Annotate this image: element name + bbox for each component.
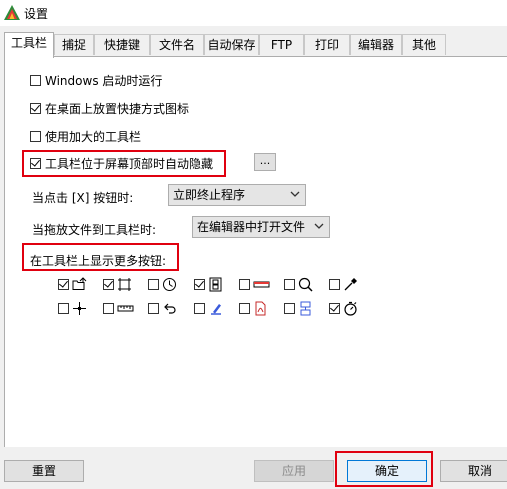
tab-hotkeys[interactable]: 快捷键 [94, 34, 150, 55]
window-title: 设置 [24, 7, 49, 21]
window-checkbox[interactable] [239, 279, 250, 290]
highlight-more-buttons [22, 243, 179, 271]
tab-ftp[interactable]: FTP [259, 34, 304, 55]
close-click-value: 立即终止程序 [173, 188, 246, 202]
large-toolbar-checkbox[interactable] [30, 130, 41, 142]
chevron-down-icon [290, 191, 300, 197]
toolbar-button-undo[interactable] [148, 301, 177, 316]
toolbar-button-stopwatch[interactable] [329, 301, 358, 316]
timer-clock-icon [163, 278, 176, 291]
timer-checkbox[interactable] [148, 279, 159, 290]
crop-frame-icon [118, 278, 131, 291]
toolbar-button-ruler[interactable] [103, 301, 134, 316]
windows-startup-label: Windows 启动时运行 [45, 73, 163, 88]
toolbar-button-pen[interactable] [194, 301, 223, 316]
pdf-icon [255, 301, 266, 316]
undo-arrow-icon [164, 303, 176, 314]
ruler-icon [117, 305, 134, 312]
title-bar: 设置 [0, 0, 507, 26]
tab-filename[interactable]: 文件名 [150, 34, 204, 55]
pen-checkbox[interactable] [194, 303, 205, 314]
magnifier-icon [298, 277, 313, 292]
cancel-button[interactable]: 取消 [440, 460, 507, 482]
toolbar-button-magnifier[interactable] [284, 277, 313, 292]
auto-hide-options-button[interactable]: ... [254, 153, 276, 171]
toolbar-button-color-picker[interactable] [329, 277, 358, 292]
tab-print[interactable]: 打印 [304, 34, 350, 55]
color-picker-icon [344, 278, 357, 291]
color-picker-checkbox[interactable] [329, 279, 340, 290]
toolbar-button-pdf[interactable] [239, 301, 268, 316]
tab-capture[interactable]: 捕捉 [54, 34, 94, 55]
toolbar-button-scroll[interactable] [284, 301, 313, 316]
tab-editor[interactable]: 编辑器 [350, 34, 402, 55]
ruler-checkbox[interactable] [103, 303, 114, 314]
drop-file-label: 当拖放文件到工具栏时: [32, 223, 157, 237]
option-desktop-shortcut[interactable]: 在桌面上放置快捷方式图标 [30, 100, 189, 116]
highlight-ok-button [335, 451, 433, 487]
stopwatch-icon [344, 301, 357, 316]
scroll-capture-icon [300, 301, 311, 316]
crop-checkbox[interactable] [103, 279, 114, 290]
crosshair-icon [73, 302, 86, 315]
reset-button[interactable]: 重置 [4, 460, 84, 482]
close-click-label: 当点击 [X] 按钮时: [32, 191, 134, 205]
toolbar-button-open[interactable] [58, 277, 87, 292]
open-checkbox[interactable] [58, 279, 69, 290]
drop-file-select[interactable]: 在编辑器中打开文件 [192, 216, 330, 238]
open-folder-icon [72, 277, 87, 290]
option-large-toolbar[interactable]: 使用加大的工具栏 [30, 128, 141, 144]
desktop-shortcut-checkbox[interactable] [30, 102, 41, 114]
pen-tool-icon [211, 304, 221, 315]
tab-other[interactable]: 其他 [402, 34, 446, 55]
tab-autosave[interactable]: 自动保存 [204, 34, 259, 55]
drop-file-value: 在编辑器中打开文件 [197, 220, 306, 234]
window-bar-icon [253, 281, 270, 288]
close-click-select[interactable]: 立即终止程序 [168, 184, 306, 206]
chevron-down-icon [314, 223, 324, 229]
toolbar-button-timer[interactable] [148, 277, 177, 292]
film-strip-icon [209, 277, 222, 292]
desktop-shortcut-label: 在桌面上放置快捷方式图标 [45, 101, 190, 116]
windows-startup-checkbox[interactable] [30, 74, 41, 86]
app-logo-icon [4, 5, 20, 20]
magnifier-checkbox[interactable] [284, 279, 295, 290]
toolbar-button-film[interactable] [194, 277, 223, 292]
film-checkbox[interactable] [194, 279, 205, 290]
apply-button[interactable]: 应用 [254, 460, 334, 482]
toolbar-button-crop[interactable] [103, 277, 132, 292]
toolbar-button-window[interactable] [239, 277, 270, 292]
toolbar-button-crosshair[interactable] [58, 301, 87, 316]
option-windows-startup[interactable]: Windows 启动时运行 [30, 72, 162, 88]
crosshair-checkbox[interactable] [58, 303, 69, 314]
stopwatch-checkbox[interactable] [329, 303, 340, 314]
undo-checkbox[interactable] [148, 303, 159, 314]
tab-toolbar[interactable]: 工具栏 [4, 32, 54, 58]
highlight-auto-hide [22, 150, 226, 177]
large-toolbar-label: 使用加大的工具栏 [45, 129, 142, 144]
pdf-checkbox[interactable] [239, 303, 250, 314]
scroll-capture-checkbox[interactable] [284, 303, 295, 314]
